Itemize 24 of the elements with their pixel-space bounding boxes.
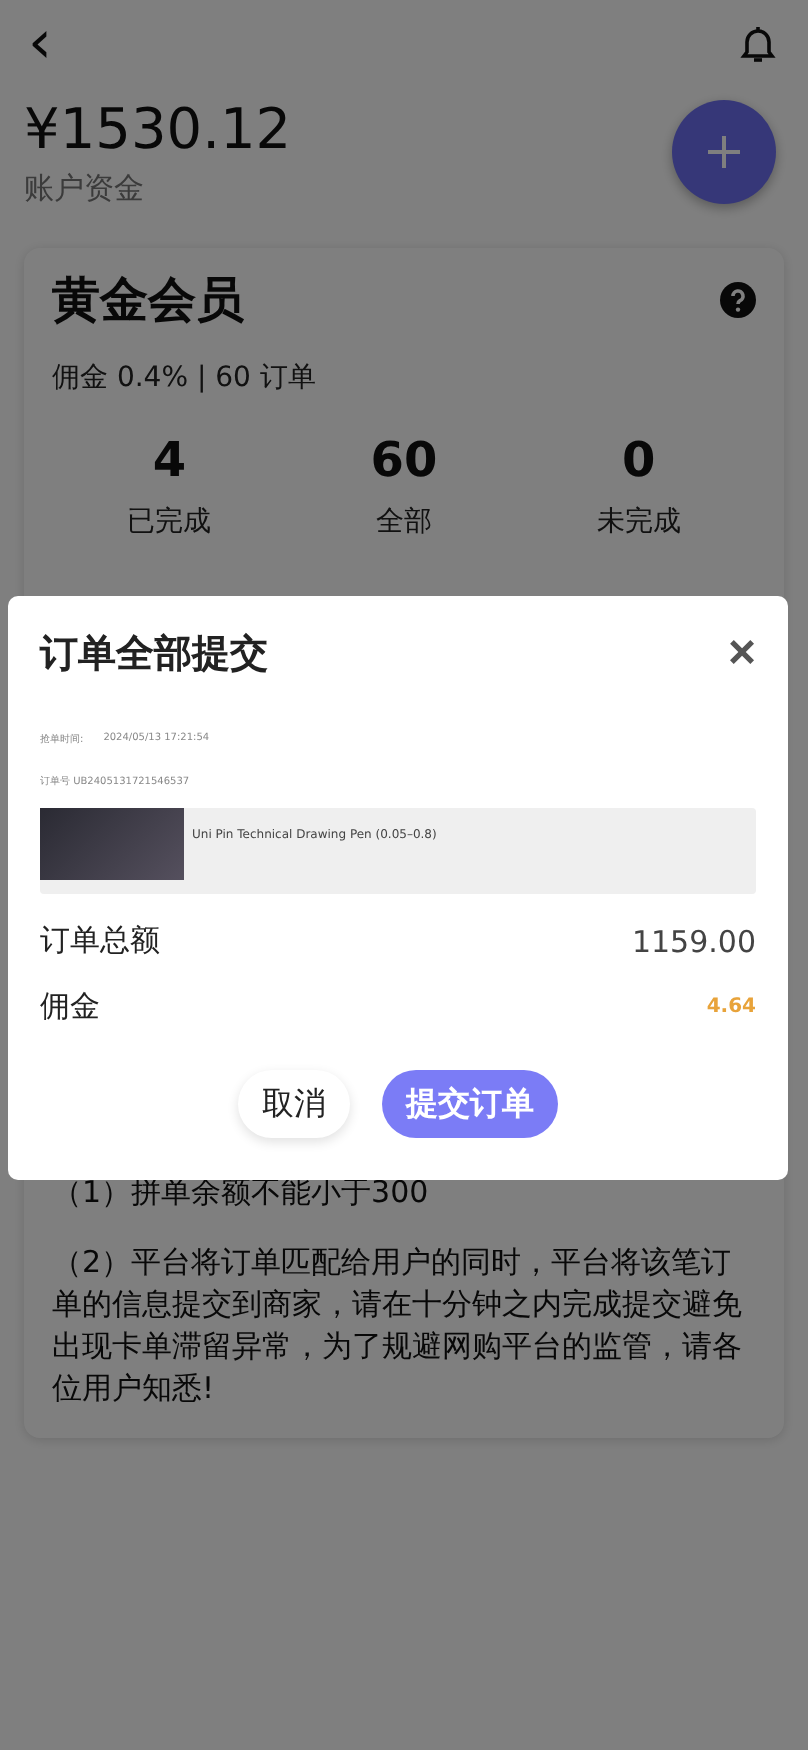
stat-label: 全部 <box>375 504 432 540</box>
cancel-button[interactable]: 取消 <box>238 1070 350 1138</box>
close-button[interactable]: × <box>727 634 756 674</box>
bell-icon[interactable] <box>740 24 776 64</box>
member-title: 黄金会员 <box>52 270 244 332</box>
summary-label: 佣金 <box>40 988 100 1026</box>
stat-value: 60 <box>370 432 438 488</box>
member-subtitle: 佣金 0.4% | 60 订单 <box>52 360 318 396</box>
stat-label: 已完成 <box>127 504 212 540</box>
photo-placeholder <box>40 808 184 880</box>
balance-label: 账户资金 <box>24 170 146 208</box>
summary-value: 1159.00 <box>631 923 756 959</box>
summary-label: 订单总额 <box>40 922 160 960</box>
summary-value: 4.64 <box>706 996 756 1018</box>
help-icon[interactable] <box>720 282 756 318</box>
stat-label: 未完成 <box>596 504 681 540</box>
add-button[interactable] <box>672 100 776 204</box>
back-button[interactable]: ‹ <box>28 20 52 68</box>
plus-icon <box>708 136 740 168</box>
stat-value: 0 <box>621 432 656 488</box>
stat-value: 4 <box>152 432 187 488</box>
balance-amount: ¥1530.12 <box>24 96 292 162</box>
dialog-title: 订单全部提交 <box>40 630 268 680</box>
rule-text: （2）平台将订单匹配给用户的同时，平台将该笔订单的信息提交到商家，请在十分钟之内完成提交避免出现卡单滞留异常，为了规避网购平台的监管，请各位用户知悉! <box>52 1242 744 1410</box>
